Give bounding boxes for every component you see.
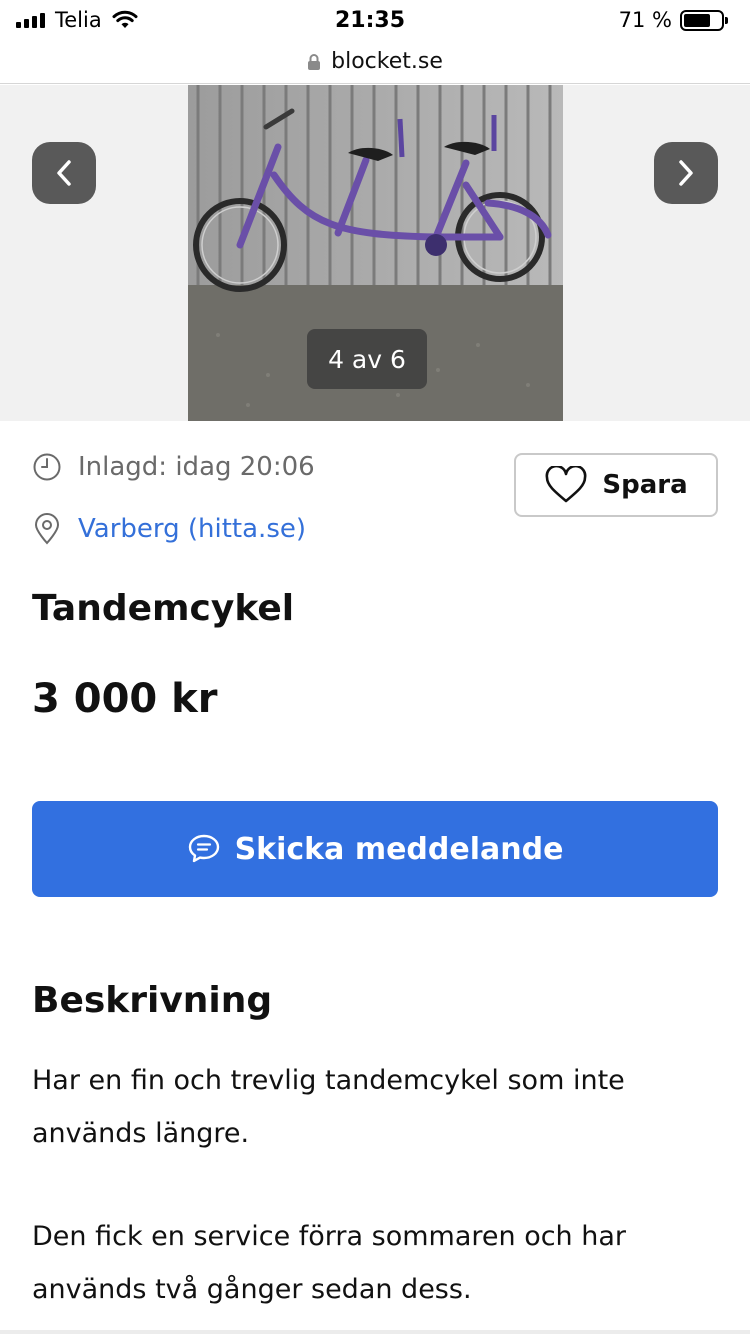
description-heading: Beskrivning [32,980,273,1021]
save-button[interactable]: Spara [514,453,718,517]
address-bar[interactable]: blocket.se [0,40,750,84]
battery-icon [680,9,728,31]
chevron-right-icon [679,160,693,186]
chevron-left-icon [57,160,71,186]
lock-icon [308,53,321,70]
bottom-divider [0,1330,750,1334]
battery-level [684,13,710,27]
signal-icon [16,12,45,28]
save-label: Spara [602,470,688,500]
gallery-prev-button[interactable] [32,142,96,204]
gallery-next-button[interactable] [654,142,718,204]
image-gallery[interactable]: 4 av 6 [0,85,750,421]
status-right: 71 % [464,8,728,32]
location-pin-icon [32,513,62,545]
battery-percent: 71 % [618,8,672,32]
image-counter: 4 av 6 [307,329,427,389]
listing-title: Tandemcykel [32,588,295,629]
description-paragraph: Den fick en service förra sommaren och h… [32,1221,627,1305]
wifi-icon [112,10,138,28]
description-paragraph: Har en fin och trevlig tandemcykel som i… [32,1065,625,1149]
status-bar: Telia 21:35 71 % [0,0,750,40]
listing-price: 3 000 kr [32,676,218,722]
send-message-button[interactable]: Skicka meddelande [32,801,718,897]
carrier-label: Telia [55,8,102,32]
posted-date: Inlagd: idag 20:06 [78,452,315,482]
status-left: Telia [16,8,276,32]
location-link[interactable]: Varberg (hitta.se) [78,514,306,544]
clock-icon [32,452,62,482]
location-info[interactable]: Varberg (hitta.se) [32,513,306,545]
heart-icon [545,466,587,503]
clock: 21:35 [334,7,406,33]
chat-bubble-icon [188,834,219,863]
url-domain: blocket.se [331,49,443,74]
posted-info: Inlagd: idag 20:06 [32,452,315,482]
send-message-label: Skicka meddelande [234,831,564,867]
